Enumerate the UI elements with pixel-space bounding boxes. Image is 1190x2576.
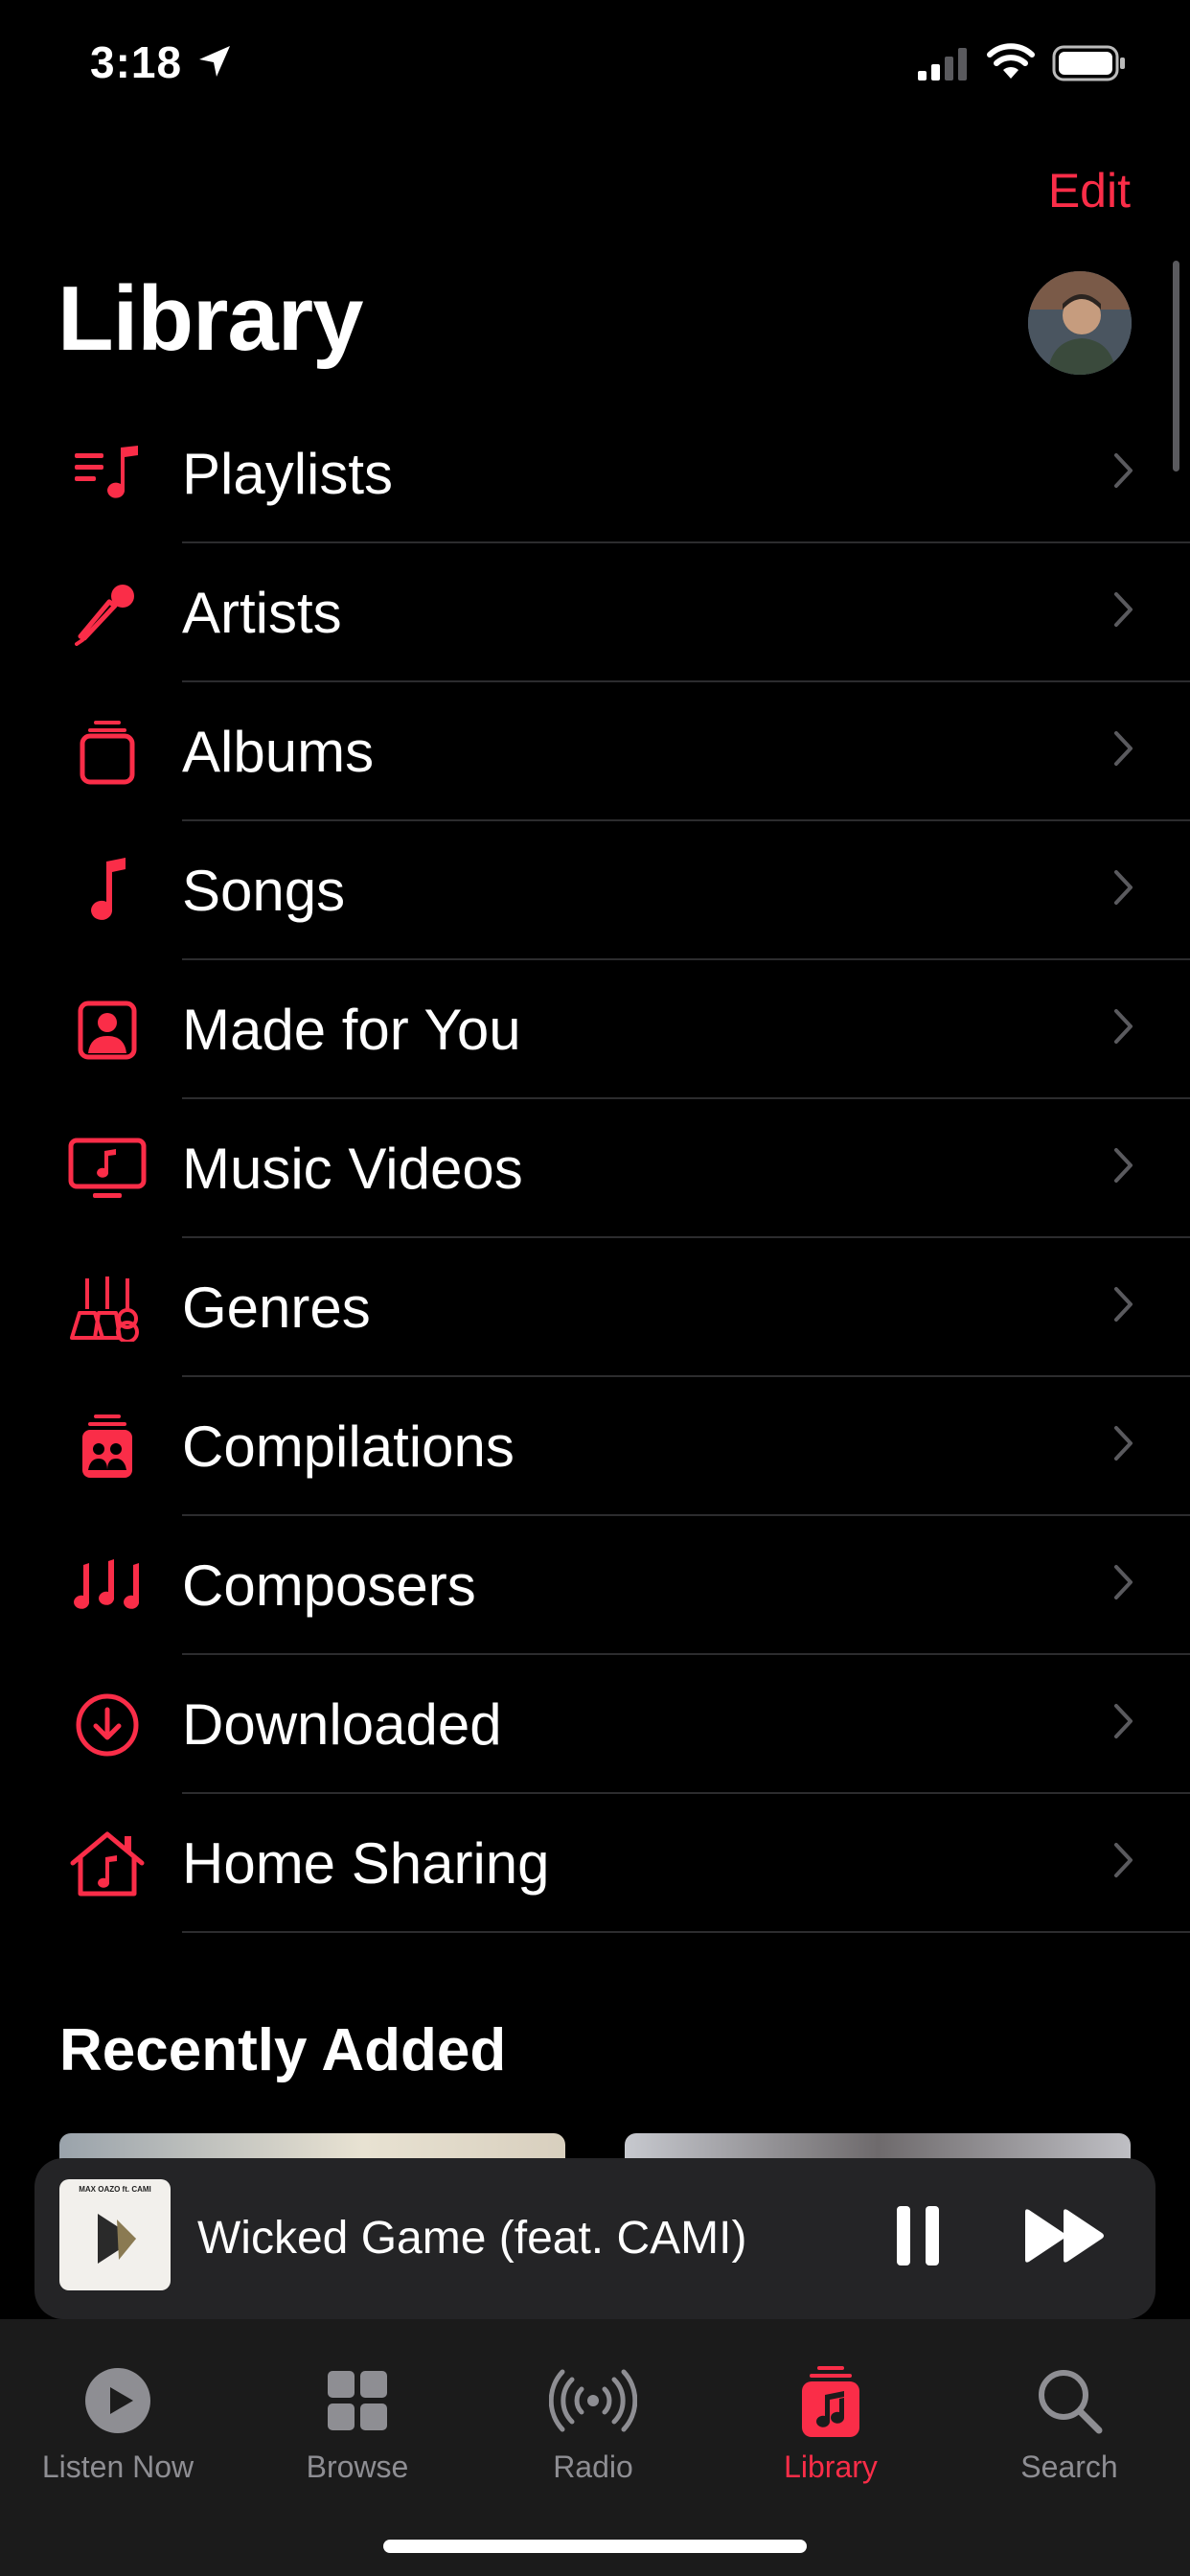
library-item-composers[interactable]: Composers bbox=[0, 1516, 1190, 1655]
chevron-right-icon bbox=[1114, 1704, 1133, 1738]
mini-player-artwork: MAX OAZO ft. CAMI bbox=[59, 2179, 171, 2290]
chevron-right-icon bbox=[1114, 1287, 1133, 1322]
chevron-right-icon bbox=[1114, 592, 1133, 627]
library-item-albums[interactable]: Albums bbox=[0, 682, 1190, 821]
microphone-icon bbox=[75, 585, 134, 646]
grid-icon bbox=[328, 2371, 387, 2430]
chevron-right-icon bbox=[1114, 1009, 1133, 1044]
library-item-label: Playlists bbox=[182, 442, 394, 506]
tab-browse[interactable]: Browse bbox=[247, 2358, 468, 2485]
library-item-label: Home Sharing bbox=[182, 1831, 550, 1896]
tab-radio[interactable]: Radio bbox=[483, 2358, 703, 2485]
avatar-photo-icon bbox=[1028, 271, 1132, 375]
library-item-label: Composers bbox=[182, 1553, 476, 1618]
tab-search[interactable]: Search bbox=[959, 2358, 1179, 2485]
library-item-label: Artists bbox=[182, 581, 342, 645]
chevron-right-icon bbox=[1114, 1843, 1133, 1877]
status-time: 3:18 bbox=[90, 37, 183, 87]
pause-icon[interactable] bbox=[893, 2204, 943, 2267]
library-list: Playlists Artists Albums Songs Made for … bbox=[0, 404, 1190, 1933]
tab-bar: Listen Now Browse Radio Library Search bbox=[0, 2319, 1190, 2576]
library-item-compilations[interactable]: Compilations bbox=[0, 1377, 1190, 1516]
home-music-icon bbox=[70, 1831, 145, 1897]
music-note-icon bbox=[91, 858, 126, 920]
now-playing-title: Wicked Game (feat. CAMI) bbox=[197, 2213, 747, 2264]
guitars-icon bbox=[70, 1276, 139, 1342]
page-title: Library bbox=[57, 267, 363, 370]
fast-forward-icon[interactable] bbox=[1021, 2206, 1110, 2266]
chevron-right-icon bbox=[1114, 1426, 1133, 1460]
play-circle-icon bbox=[85, 2368, 150, 2433]
tv-music-icon bbox=[68, 1138, 147, 1198]
wifi-icon bbox=[987, 43, 1035, 79]
battery-icon bbox=[1052, 45, 1125, 81]
location-arrow-icon bbox=[199, 46, 230, 77]
chevron-right-icon bbox=[1114, 1148, 1133, 1183]
music-notes-icon bbox=[74, 1559, 140, 1609]
edit-button[interactable]: Edit bbox=[1048, 163, 1131, 218]
library-item-downloaded[interactable]: Downloaded bbox=[0, 1655, 1190, 1794]
mini-player[interactable]: MAX OAZO ft. CAMI Wicked Game (feat. CAM… bbox=[34, 2158, 1156, 2319]
library-item-made-for-you[interactable]: Made for You bbox=[0, 960, 1190, 1099]
library-item-label: Made for You bbox=[182, 998, 521, 1062]
chevron-right-icon bbox=[1114, 870, 1133, 905]
library-item-label: Music Videos bbox=[182, 1137, 523, 1201]
radio-waves-icon bbox=[549, 2369, 637, 2432]
chevron-right-icon bbox=[1114, 453, 1133, 488]
chevron-right-icon bbox=[1114, 731, 1133, 766]
status-bar: 3:18 bbox=[0, 0, 1190, 134]
tab-label: Library bbox=[784, 2450, 878, 2484]
playlists-icon bbox=[75, 446, 138, 498]
library-music-icon bbox=[802, 2366, 859, 2437]
profile-avatar[interactable] bbox=[1028, 271, 1132, 375]
tab-label: Radio bbox=[553, 2450, 633, 2484]
library-item-artists[interactable]: Artists bbox=[0, 543, 1190, 682]
library-item-songs[interactable]: Songs bbox=[0, 821, 1190, 960]
artwork-triangle-icon bbox=[98, 2214, 136, 2264]
library-item-label: Albums bbox=[182, 720, 375, 784]
download-circle-icon bbox=[76, 1693, 139, 1757]
library-item-label: Downloaded bbox=[182, 1692, 502, 1757]
library-item-playlists[interactable]: Playlists bbox=[0, 404, 1190, 543]
library-item-label: Songs bbox=[182, 859, 346, 923]
person-square-icon bbox=[78, 1000, 137, 1060]
library-item-label: Genres bbox=[182, 1276, 371, 1340]
artwork-text: MAX OAZO ft. CAMI bbox=[79, 2185, 151, 2194]
compilations-icon bbox=[82, 1414, 132, 1478]
library-item-label: Compilations bbox=[182, 1414, 515, 1479]
search-icon bbox=[1039, 2370, 1103, 2434]
tab-listen-now[interactable]: Listen Now bbox=[8, 2358, 228, 2485]
home-indicator[interactable] bbox=[383, 2540, 807, 2553]
library-item-genres[interactable]: Genres bbox=[0, 1238, 1190, 1377]
album-stack-icon bbox=[80, 721, 135, 785]
library-item-music-videos[interactable]: Music Videos bbox=[0, 1099, 1190, 1238]
tab-library[interactable]: Library bbox=[721, 2358, 941, 2485]
chevron-right-icon bbox=[1114, 1565, 1133, 1599]
library-item-home-sharing[interactable]: Home Sharing bbox=[0, 1794, 1190, 1933]
tab-label: Browse bbox=[306, 2450, 409, 2484]
recently-added-heading: Recently Added bbox=[59, 2017, 507, 2083]
cellular-signal-icon bbox=[918, 48, 967, 80]
tab-label: Listen Now bbox=[41, 2450, 195, 2484]
tab-label: Search bbox=[1020, 2450, 1118, 2484]
